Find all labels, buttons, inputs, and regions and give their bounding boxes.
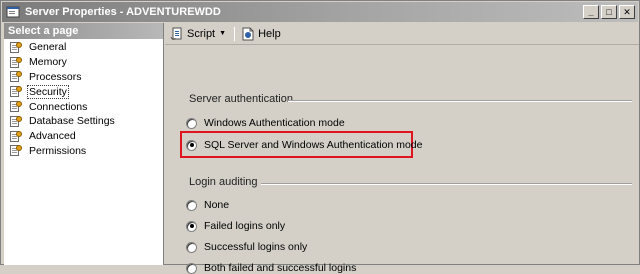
- audit-failed-radio-row[interactable]: Failed logins only: [186, 220, 285, 232]
- security-page-content: Server authentication Windows Authentica…: [165, 46, 639, 274]
- nav-item-label: Processors: [29, 70, 82, 83]
- page-list: General Memory Processors Security Conne…: [4, 39, 163, 158]
- toolbar-separator: [234, 26, 236, 41]
- windows-auth-radio[interactable]: [186, 117, 197, 129]
- nav-item-processors[interactable]: Processors: [4, 70, 163, 85]
- window-icon: [6, 6, 20, 18]
- page-wrench-icon: [9, 86, 22, 98]
- nav-item-memory[interactable]: Memory: [4, 55, 163, 70]
- close-button[interactable]: ✕: [619, 5, 635, 19]
- mixed-auth-label: SQL Server and Windows Authentication mo…: [204, 139, 423, 151]
- audit-failed-label: Failed logins only: [204, 220, 286, 232]
- nav-item-label: Permissions: [29, 144, 87, 157]
- audit-both-label: Both failed and successful logins: [204, 262, 357, 274]
- properties-pane: Script ▼ Help Server authentication Wind…: [165, 23, 639, 274]
- windows-auth-radio-row[interactable]: Windows Authentication mode: [186, 117, 345, 129]
- nav-item-security[interactable]: Security: [4, 84, 163, 99]
- server-auth-group-label: Server authentication: [189, 93, 293, 105]
- nav-item-label: Advanced: [29, 130, 76, 143]
- nav-item-label: Security: [27, 84, 69, 99]
- nav-item-general[interactable]: General: [4, 40, 163, 55]
- mixed-auth-radio-row[interactable]: SQL Server and Windows Authentication mo…: [186, 139, 422, 151]
- page-wrench-icon: [9, 101, 22, 113]
- page-wrench-icon: [9, 130, 22, 142]
- audit-both-radio[interactable]: [186, 262, 197, 274]
- audit-both-radio-row[interactable]: Both failed and successful logins: [186, 262, 356, 274]
- nav-item-advanced[interactable]: Advanced: [4, 129, 163, 144]
- nav-item-label: Connections: [29, 100, 88, 113]
- script-label: Script: [187, 27, 216, 40]
- login-auditing-group-label: Login auditing: [189, 176, 258, 188]
- page-selector-pane: Select a page General Memory Processors …: [4, 23, 164, 265]
- page-wrench-icon: [9, 56, 22, 68]
- select-page-header: Select a page: [4, 23, 163, 39]
- script-icon: [170, 27, 184, 41]
- help-label: Help: [258, 27, 281, 40]
- help-button[interactable]: Help: [241, 27, 281, 41]
- nav-item-connections[interactable]: Connections: [4, 99, 163, 114]
- audit-successful-label: Successful logins only: [204, 241, 308, 253]
- audit-failed-radio[interactable]: [186, 220, 197, 232]
- group-divider: [288, 100, 632, 102]
- minimize-button[interactable]: _: [583, 5, 599, 19]
- window-controls: _ □ ✕: [583, 5, 635, 19]
- windows-auth-label: Windows Authentication mode: [204, 117, 345, 129]
- nav-item-label: Database Settings: [29, 115, 115, 128]
- nav-item-database-settings[interactable]: Database Settings: [4, 114, 163, 129]
- window-title: Server Properties - ADVENTUREWDD: [25, 6, 221, 18]
- toolbar: Script ▼ Help: [165, 23, 639, 45]
- page-wrench-icon: [9, 145, 22, 157]
- audit-none-label: None: [204, 199, 230, 211]
- page-wrench-icon: [9, 41, 22, 53]
- maximize-button[interactable]: □: [601, 5, 617, 19]
- help-icon: [241, 27, 255, 41]
- audit-successful-radio-row[interactable]: Successful logins only: [186, 241, 307, 253]
- chevron-down-icon[interactable]: ▼: [219, 30, 226, 37]
- script-button[interactable]: Script ▼: [170, 27, 226, 41]
- page-wrench-icon: [9, 115, 22, 127]
- audit-successful-radio[interactable]: [186, 241, 197, 253]
- page-wrench-icon: [9, 71, 22, 83]
- nav-item-permissions[interactable]: Permissions: [4, 144, 163, 159]
- audit-none-radio[interactable]: [186, 199, 197, 211]
- title-bar[interactable]: Server Properties - ADVENTUREWDD _ □ ✕: [2, 2, 638, 22]
- audit-none-radio-row[interactable]: None: [186, 199, 229, 211]
- mixed-auth-radio[interactable]: [186, 139, 197, 151]
- nav-item-label: General: [29, 41, 67, 54]
- nav-item-label: Memory: [29, 56, 67, 69]
- server-properties-window: Server Properties - ADVENTUREWDD _ □ ✕ S…: [0, 0, 640, 274]
- group-divider: [261, 183, 632, 185]
